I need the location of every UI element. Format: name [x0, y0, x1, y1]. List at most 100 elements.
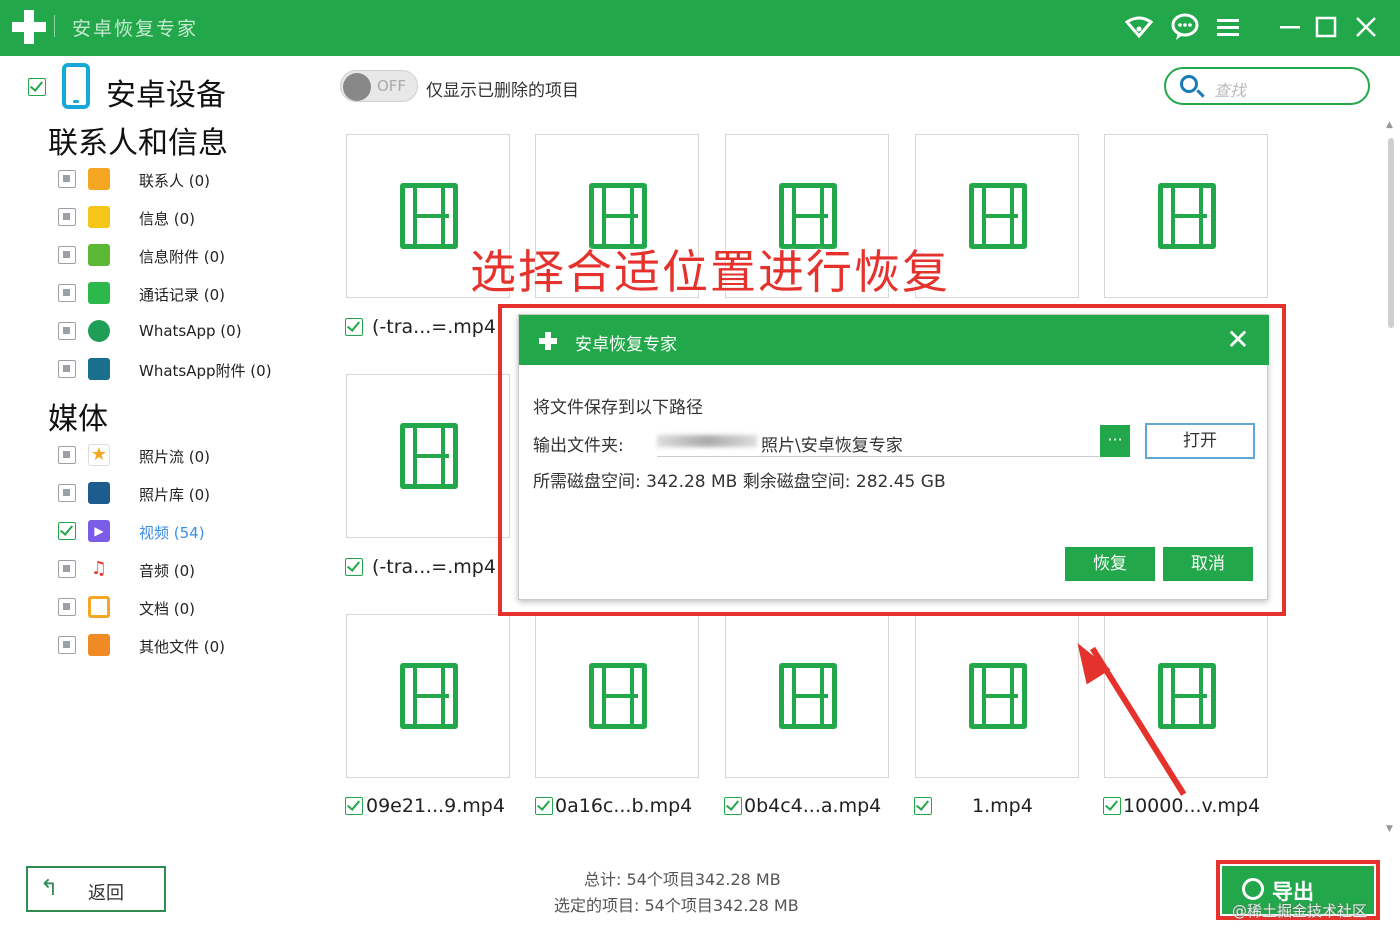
photo-library-checkbox[interactable]: [58, 484, 76, 502]
document-icon: [88, 596, 110, 618]
film-icon: [779, 663, 837, 729]
film-icon: [969, 663, 1027, 729]
menu-icon[interactable]: [1213, 12, 1243, 42]
contacts-checkbox[interactable]: [58, 170, 76, 188]
title-bar: 安卓恢复专家: [0, 0, 1400, 56]
video-thumbnail[interactable]: [535, 614, 699, 778]
search-placeholder: 查找: [1214, 81, 1247, 100]
file-name: 1.mp4: [972, 795, 1033, 817]
audio-icon: ♫: [88, 558, 110, 580]
video-checkbox[interactable]: [58, 522, 76, 540]
close-icon[interactable]: [1351, 12, 1381, 42]
chat-icon[interactable]: [1170, 12, 1200, 42]
file-checkbox[interactable]: [345, 558, 363, 576]
phone-icon: [88, 282, 110, 304]
disk-space-info: 所需磁盘空间: 342.28 MB 剩余磁盘空间: 282.45 GB: [533, 472, 946, 492]
sidebar-item-call-log[interactable]: 通话记录 (0): [139, 284, 225, 305]
back-button[interactable]: ↰ 返回: [26, 866, 166, 912]
photo-library-icon: [88, 482, 110, 504]
messages-checkbox[interactable]: [58, 208, 76, 226]
file-name: (-tra...=.mp4: [372, 316, 496, 338]
dialog-logo-icon: [539, 332, 557, 350]
sidebar-item-photo-library[interactable]: 照片库 (0): [139, 484, 210, 505]
video-thumbnail[interactable]: [346, 614, 510, 778]
whatsapp-icon: [88, 320, 110, 342]
output-path-value: 照片\安卓恢复专家: [761, 436, 903, 456]
document-checkbox[interactable]: [58, 598, 76, 616]
file-name: 10000...v.mp4: [1123, 795, 1261, 817]
search-input[interactable]: 查找: [1164, 67, 1370, 105]
scrollbar[interactable]: ▲ ▼: [1384, 118, 1398, 838]
open-folder-button[interactable]: 打开: [1145, 423, 1255, 459]
scroll-thumb[interactable]: [1388, 138, 1394, 328]
toggle-knob: [343, 73, 371, 101]
save-dialog: 安卓恢复专家 ✕ 将文件保存到以下路径 输出文件夹: 照片\安卓恢复专家 ···…: [518, 314, 1269, 600]
call-log-checkbox[interactable]: [58, 284, 76, 302]
attachment-icon: [88, 244, 110, 266]
app-logo-icon: [12, 10, 46, 44]
file-name: 09e21...9.mp4: [366, 795, 505, 817]
sidebar-item-photo-stream[interactable]: 照片流 (0): [139, 446, 210, 467]
dialog-close-icon[interactable]: ✕: [1223, 325, 1253, 355]
device-checkbox[interactable]: [28, 78, 46, 96]
photo-stream-icon: ★: [88, 444, 110, 466]
file-name: 0b4c4...a.mp4: [744, 795, 882, 817]
attachments-checkbox[interactable]: [58, 246, 76, 264]
file-checkbox[interactable]: [345, 318, 363, 336]
film-icon: [1158, 183, 1216, 249]
dialog-header: 安卓恢复专家 ✕: [519, 315, 1269, 365]
output-path-field[interactable]: 照片\安卓恢复专家: [657, 425, 1099, 457]
photo-stream-checkbox[interactable]: [58, 446, 76, 464]
sidebar-item-contacts[interactable]: 联系人 (0): [139, 170, 210, 191]
total-summary: 总计: 54个项目342.28 MB: [584, 870, 781, 889]
whatsapp-attachments-checkbox[interactable]: [58, 360, 76, 378]
output-folder-label: 输出文件夹:: [533, 436, 624, 456]
section-contacts-title: 联系人和信息: [48, 126, 228, 161]
video-icon: ▶: [88, 520, 110, 542]
file-checkbox[interactable]: [914, 797, 932, 815]
audio-checkbox[interactable]: [58, 560, 76, 578]
whatsapp-attachment-icon: [88, 358, 110, 380]
video-thumbnail[interactable]: [1104, 614, 1268, 778]
video-thumbnail[interactable]: [1104, 134, 1268, 298]
file-checkbox[interactable]: [1103, 797, 1121, 815]
annotation-text: 选择合适位置进行恢复: [470, 245, 950, 299]
film-icon: [969, 183, 1027, 249]
video-thumbnail[interactable]: [725, 614, 889, 778]
cancel-button[interactable]: 取消: [1163, 547, 1253, 581]
file-checkbox[interactable]: [724, 797, 742, 815]
scroll-up-icon[interactable]: ▲: [1386, 120, 1393, 130]
other-files-icon: [88, 634, 110, 656]
whatsapp-checkbox[interactable]: [58, 322, 76, 340]
file-name: 0a16c...b.mp4: [555, 795, 693, 817]
sidebar-item-audio[interactable]: 音频 (0): [139, 560, 195, 581]
search-icon: [1180, 75, 1198, 93]
save-prompt: 将文件保存到以下路径: [533, 398, 703, 418]
file-checkbox[interactable]: [345, 797, 363, 815]
sidebar-item-messages[interactable]: 信息 (0): [139, 208, 195, 229]
recover-button[interactable]: 恢复: [1065, 547, 1155, 581]
sidebar-item-documents[interactable]: 文档 (0): [139, 598, 195, 619]
film-icon: [1158, 663, 1216, 729]
maximize-icon[interactable]: [1311, 12, 1341, 42]
scroll-down-icon[interactable]: ▼: [1386, 824, 1393, 834]
section-media-title: 媒体: [48, 402, 108, 437]
browse-button[interactable]: ···: [1100, 425, 1130, 457]
video-thumbnail[interactable]: [915, 614, 1079, 778]
file-checkbox[interactable]: [535, 797, 553, 815]
film-icon: [400, 183, 458, 249]
contacts-icon: [88, 168, 110, 190]
sidebar-item-video[interactable]: 视频 (54): [139, 522, 205, 543]
film-icon: [400, 423, 458, 489]
deleted-only-toggle[interactable]: OFF: [340, 70, 418, 102]
minimize-icon[interactable]: [1275, 12, 1305, 42]
sidebar-item-attachments[interactable]: 信息附件 (0): [139, 246, 225, 267]
film-icon: [400, 663, 458, 729]
wifi-icon[interactable]: [1124, 12, 1154, 42]
other-files-checkbox[interactable]: [58, 636, 76, 654]
dialog-title: 安卓恢复专家: [575, 335, 677, 355]
sidebar-item-whatsapp[interactable]: WhatsApp (0): [139, 322, 242, 340]
video-thumbnail[interactable]: [346, 374, 510, 538]
sidebar-item-other-files[interactable]: 其他文件 (0): [139, 636, 225, 657]
sidebar-item-whatsapp-attachments[interactable]: WhatsApp附件 (0): [139, 360, 272, 381]
